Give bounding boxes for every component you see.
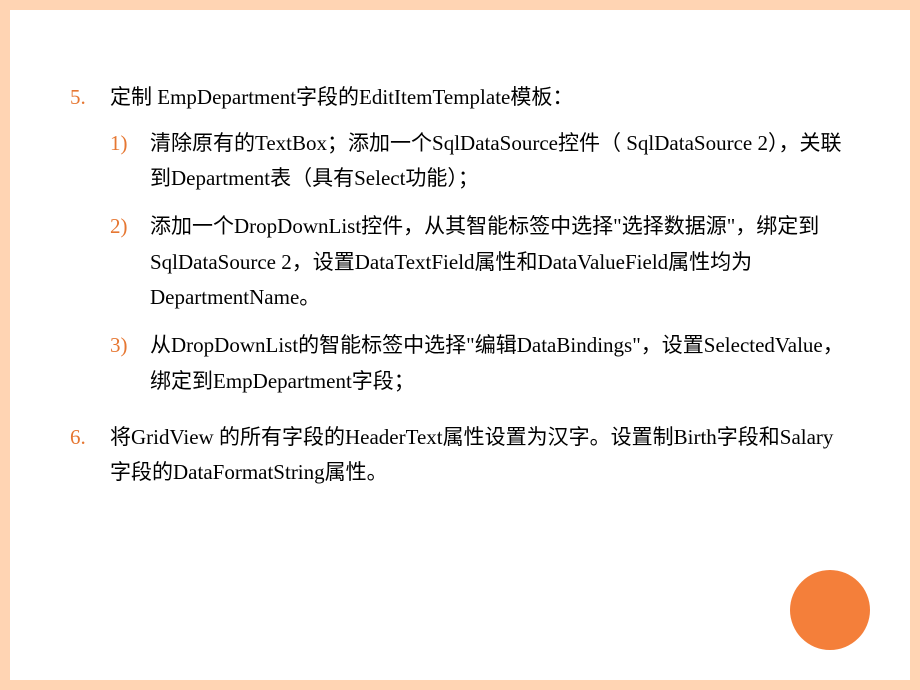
decorative-circle-icon bbox=[790, 570, 870, 650]
subitem-2: 添加一个DropDownList控件，从其智能标签中选择"选择数据源"，绑定到S… bbox=[110, 209, 850, 316]
item-5-text: 定制 EmpDepartment字段的EditItemTemplate模板： bbox=[110, 85, 573, 109]
subitem-3: 从DropDownList的智能标签中选择"编辑DataBindings"，设置… bbox=[110, 328, 850, 399]
subitem-2-text: 添加一个DropDownList控件，从其智能标签中选择"选择数据源"，绑定到S… bbox=[150, 214, 819, 309]
main-ordered-list: 定制 EmpDepartment字段的EditItemTemplate模板： 清… bbox=[70, 80, 850, 491]
subitem-1: 清除原有的TextBox；添加一个SqlDataSource控件（ SqlDat… bbox=[110, 126, 850, 197]
subitem-3-text: 从DropDownList的智能标签中选择"编辑DataBindings"，设置… bbox=[150, 333, 844, 393]
subitem-1-text: 清除原有的TextBox；添加一个SqlDataSource控件（ SqlDat… bbox=[150, 131, 841, 191]
list-item-6: 将GridView 的所有字段的HeaderText属性设置为汉字。设置制Bir… bbox=[70, 420, 850, 491]
sub-ordered-list: 清除原有的TextBox；添加一个SqlDataSource控件（ SqlDat… bbox=[110, 126, 850, 400]
slide-container: 定制 EmpDepartment字段的EditItemTemplate模板： 清… bbox=[10, 10, 910, 680]
list-item-5: 定制 EmpDepartment字段的EditItemTemplate模板： 清… bbox=[70, 80, 850, 400]
item-6-text: 将GridView 的所有字段的HeaderText属性设置为汉字。设置制Bir… bbox=[110, 425, 833, 485]
